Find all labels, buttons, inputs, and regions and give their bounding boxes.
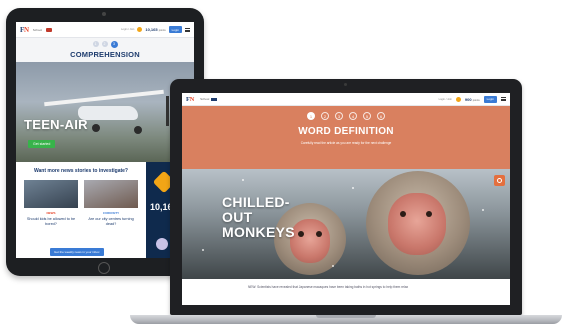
laptop-article-body: NEW: Scientists have revealed that Japan…: [182, 279, 510, 305]
plane-illustration: [92, 124, 100, 132]
laptop-school-selector[interactable]: School: [200, 97, 218, 101]
laptop-hero-title: CHILLED- OUT MONKEYS: [222, 194, 295, 240]
tablet-news-section: Want more news stories to investigate? N…: [16, 162, 146, 258]
tablet-step[interactable]: 2: [101, 41, 108, 47]
laptop-logo[interactable]: FN: [186, 96, 194, 103]
laptop-activity-band: 1 2 3 4 5 6 WORD DEFINITION Carefully re…: [182, 106, 510, 169]
school-flag-icon: [45, 27, 52, 32]
snow-decoration: [242, 179, 244, 181]
laptop-login-button[interactable]: Login: [483, 95, 497, 103]
laptop-page-title: WORD DEFINITION: [298, 126, 394, 137]
news-card-title: Are our city centres turning dead?: [88, 217, 134, 226]
tablet-home-button: [98, 262, 110, 274]
laptop-login-prompt[interactable]: Login / Join: [439, 98, 452, 101]
news-card-category: CURIOSITY: [102, 211, 120, 215]
tablet-page-title: COMPREHENSION: [70, 50, 140, 59]
tablet-hero: TEEN-AIR Get started: [16, 62, 194, 162]
tablet-login-prompt[interactable]: Login / Join: [121, 28, 134, 31]
laptop-topbar-right: Login / Join 900 points Login: [439, 95, 506, 103]
tablet-school-label[interactable]: School: [33, 28, 42, 32]
laptop-step-active[interactable]: 1: [307, 112, 315, 120]
monkey-illustration: [316, 231, 322, 237]
tablet-stepper: 1 2 3: [16, 38, 194, 50]
tablet-hero-button[interactable]: Get started: [28, 140, 56, 148]
plane-illustration: [134, 126, 142, 134]
laptop-camera: [344, 83, 347, 86]
points-coin-icon: [455, 96, 461, 102]
tablet-hero-title: TEEN-AIR: [24, 117, 88, 132]
menu-icon[interactable]: [185, 27, 190, 32]
laptop-stepper: 1 2 3 4 5 6: [182, 112, 510, 120]
laptop-article-text: NEW: Scientists have revealed that Japan…: [248, 285, 409, 289]
tablet-points: 10,165 points: [145, 27, 166, 32]
snow-decoration: [202, 249, 204, 251]
menu-icon[interactable]: [501, 97, 506, 101]
laptop-step[interactable]: 3: [335, 112, 343, 120]
news-card[interactable]: CURIOSITY Are our city centres turning d…: [84, 180, 138, 244]
laptop-notch: [316, 315, 376, 318]
tablet-login-button[interactable]: Login: [168, 26, 182, 33]
tablet-news-heading: Want more news stories to investigate?: [33, 168, 128, 174]
tablet-step[interactable]: 1: [92, 41, 99, 47]
laptop-page-subtitle: Carefully read the article as you are re…: [300, 141, 392, 145]
news-card-image: [24, 180, 78, 208]
laptop-device: FN School Login / Join 900 points Login …: [170, 79, 522, 315]
news-card-image: [84, 180, 138, 208]
plane-illustration: [44, 89, 164, 107]
activity-badge-icon[interactable]: [494, 175, 505, 186]
plane-illustration: [166, 96, 169, 126]
laptop-step[interactable]: 6: [377, 112, 385, 120]
snow-decoration: [482, 209, 484, 211]
news-card[interactable]: NEWS Should kids be allowed to be bored?: [24, 180, 78, 244]
tablet-step-active[interactable]: 3: [110, 40, 118, 48]
tablet-logo[interactable]: FN: [20, 26, 29, 34]
monkey-illustration: [290, 219, 330, 263]
monkey-illustration: [388, 193, 446, 255]
monkey-illustration: [400, 211, 406, 217]
snow-decoration: [352, 187, 354, 189]
laptop-hero: CHILLED- OUT MONKEYS: [182, 169, 510, 279]
laptop-screen: FN School Login / Join 900 points Login …: [182, 93, 510, 305]
points-coin-icon: [137, 27, 143, 32]
snow-decoration: [332, 265, 334, 267]
device-mockup: FN School Login / Join 10,165 points Log…: [0, 0, 562, 327]
tablet-news-button[interactable]: Get the weekly news in your inbox: [50, 248, 104, 256]
news-card-title: Should kids be allowed to be bored?: [26, 217, 76, 226]
tablet-camera: [102, 12, 106, 16]
tablet-topbar-right: Login / Join 10,165 points Login: [121, 26, 190, 33]
avatar[interactable]: [156, 238, 168, 250]
school-flag-icon: [211, 97, 218, 101]
laptop-topbar: FN School Login / Join 900 points Login: [182, 93, 510, 106]
news-card-category: NEWS: [46, 211, 56, 215]
tablet-topbar: FN School Login / Join 10,165 points Log…: [16, 22, 194, 38]
monkey-illustration: [298, 231, 304, 237]
laptop-points: 900 points: [464, 96, 480, 102]
tablet-screen: FN School Login / Join 10,165 points Log…: [16, 22, 194, 258]
laptop-step[interactable]: 5: [363, 112, 371, 120]
laptop-step[interactable]: 4: [349, 112, 357, 120]
laptop-step[interactable]: 2: [321, 112, 329, 120]
monkey-illustration: [426, 211, 432, 217]
